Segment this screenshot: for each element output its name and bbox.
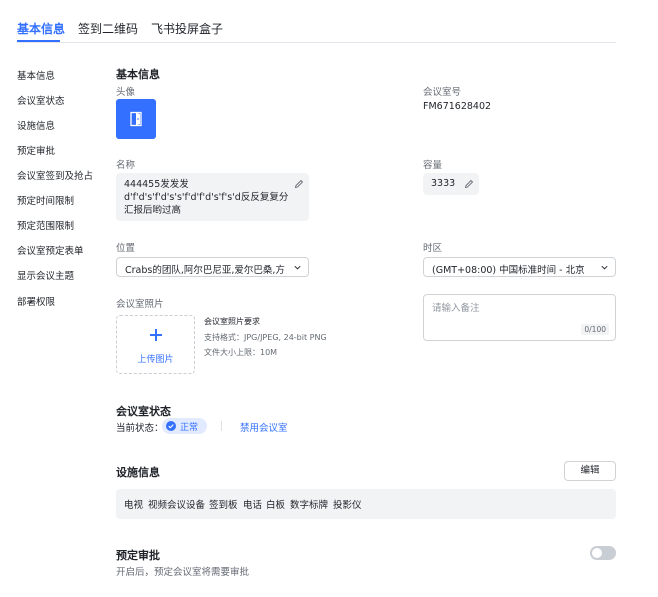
remark-input[interactable]: 请输入备注 0/100 [423,294,616,341]
door-icon [130,111,142,127]
sidebar-item-room-status[interactable]: 会议室状态 [17,93,65,107]
location-label: 位置 [116,243,136,254]
facility-item-whiteboard: 白板 [266,500,286,511]
location-select[interactable]: Crabs的团队,阿尔巴尼亚,爱尔巴桑,方... [116,257,309,277]
timezone-select[interactable]: (GMT+08:00) 中国标准时间 - 北京 [423,257,616,277]
current-status-label: 当前状态： [116,423,164,434]
check-circle-icon [166,421,176,431]
chevron-down-icon [601,265,608,270]
sidebar-item-permissions[interactable]: 部署权限 [17,294,55,308]
sidebar-item-show-subject[interactable]: 显示会议主题 [17,268,74,282]
tab-checkin-qrcode[interactable]: 签到二维码 [78,20,138,37]
capacity-value: 3333 [431,178,456,189]
facility-item-signage: 数字标牌 [290,500,329,511]
room-status-title: 会议室状态 [116,405,171,418]
facility-item-checkin-board: 签到板 [209,500,238,511]
remark-placeholder: 请输入备注 [432,303,480,314]
name-value: 444455发发发 d'f'd's'f'd's's'f'd'f'd's'f's'… [124,179,289,216]
edit-name-icon[interactable] [294,179,304,189]
basic-info-title: 基本信息 [116,68,160,81]
chevron-down-icon [294,265,301,270]
name-label: 名称 [116,160,136,171]
edit-facility-button[interactable]: 编辑 [564,461,616,481]
approval-toggle[interactable] [590,546,616,560]
photo-req-size: 文件大小上限：10M [204,348,278,357]
sidebar-item-checkin[interactable]: 会议室签到及抢占 [17,168,93,182]
location-value: Crabs的团队,阿尔巴尼亚,爱尔巴桑,方... [125,265,285,276]
upload-label: 上传图片 [137,355,174,365]
photo-req-format: 支持格式：JPG/JPEG, 24-bit PNG [204,333,327,342]
remark-counter: 0/100 [581,324,609,335]
avatar[interactable] [116,99,156,139]
upload-photo-button[interactable]: 上传图片 [116,315,195,374]
room-no-value: FM671628402 [423,101,492,112]
status-value: 正常 [180,423,199,433]
toggle-knob [592,548,602,558]
tab-divider [17,42,616,43]
capacity-label: 容量 [423,160,443,171]
room-no-label: 会议室号 [423,87,462,98]
sidebar-item-scope-limit[interactable]: 预定范围限制 [17,218,74,232]
sidebar-item-booking-form[interactable]: 会议室预定表单 [17,243,84,257]
photo-label: 会议室照片 [116,299,164,310]
photo-req-title: 会议室照片要求 [204,317,260,326]
sidebar-item-basic-info[interactable]: 基本信息 [17,68,55,82]
facility-item-phone: 电话 [243,500,263,511]
edit-capacity-icon[interactable] [464,179,474,189]
disable-room-link[interactable]: 禁用会议室 [240,420,288,434]
avatar-label: 头像 [116,87,136,98]
timezone-value: (GMT+08:00) 中国标准时间 - 北京 [432,265,585,276]
facility-item-tv: 电视 [124,500,144,511]
sidebar-item-time-limit[interactable]: 预定时间限制 [17,193,74,207]
divider [221,421,222,431]
tab-basic-info[interactable]: 基本信息 [17,20,65,37]
approval-title: 预定审批 [116,549,160,562]
facility-item-projector: 投影仪 [333,500,362,511]
sidebar-item-approval[interactable]: 预定审批 [17,143,55,157]
sidebar-item-facility[interactable]: 设施信息 [17,118,55,132]
approval-desc: 开启后，预定会议室将需要审批 [116,567,250,578]
tab-screen-box[interactable]: 飞书投屏盒子 [151,20,223,37]
facility-title: 设施信息 [116,466,160,479]
plus-icon [150,329,162,341]
timezone-label: 时区 [423,243,443,254]
status-badge: 正常 [162,418,207,434]
facility-item-video-conf: 视频会议设备 [148,500,206,511]
